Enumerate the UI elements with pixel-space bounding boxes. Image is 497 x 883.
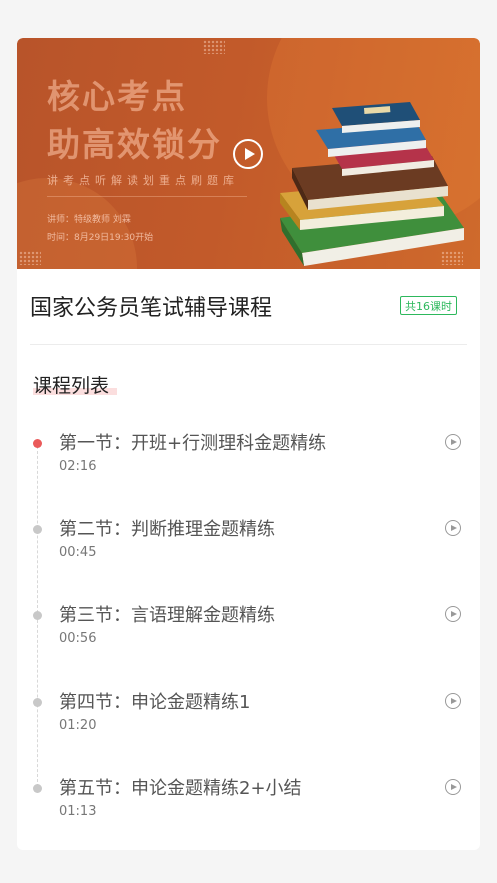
lesson-duration: 01:20	[59, 718, 97, 733]
section-header: 课程列表	[33, 371, 117, 398]
course-title: 国家公务员笔试辅导课程	[30, 296, 273, 321]
banner-lecturer: 讲师：特级教师 刘霖	[47, 215, 131, 225]
play-video-button[interactable]	[233, 139, 263, 169]
lesson-dot-active	[33, 439, 42, 448]
lesson-duration: 00:56	[59, 631, 97, 646]
lesson-item[interactable]: 第二节：判断推理金题精练 00:45	[17, 515, 480, 575]
lesson-duration: 01:13	[59, 804, 97, 819]
lesson-title: 第二节：判断推理金题精练	[59, 519, 275, 540]
lesson-duration: 00:45	[59, 545, 97, 560]
section-title: 课程列表	[33, 375, 110, 397]
banner-headline: 助高效锁分	[47, 125, 222, 164]
play-circle-icon[interactable]	[445, 779, 461, 795]
lesson-item[interactable]: 第三节：言语理解金题精练 00:56	[17, 601, 480, 661]
play-circle-icon[interactable]	[445, 693, 461, 709]
lesson-dot	[33, 611, 42, 620]
banner-divider	[47, 196, 247, 197]
lesson-title: 第三节：言语理解金题精练	[59, 605, 275, 626]
lesson-item[interactable]: 第五节：申论金题精练2+小结 01:13	[17, 774, 480, 834]
lesson-title: 第四节：申论金题精练1	[59, 692, 251, 713]
banner-subtitle: 讲考点听解读划重点刷题库	[47, 174, 239, 187]
lesson-item[interactable]: 第四节：申论金题精练1 01:20	[17, 688, 480, 748]
books-illustration	[280, 102, 464, 266]
banner-dots	[203, 40, 225, 54]
lesson-item[interactable]: 第一节：开班+行测理科金题精练 02:16	[17, 429, 480, 489]
lesson-title: 第五节：申论金题精练2+小结	[59, 778, 302, 799]
banner-headline: 核心考点	[47, 77, 187, 116]
course-card: 核心考点 助高效锁分 讲考点听解读划重点刷题库 讲师：特级教师 刘霖 时间：8月…	[17, 38, 480, 850]
banner-dots	[19, 251, 41, 265]
lesson-count-badge: 共16课时	[400, 296, 457, 315]
play-circle-icon[interactable]	[445, 520, 461, 536]
course-banner[interactable]: 核心考点 助高效锁分 讲考点听解读划重点刷题库 讲师：特级教师 刘霖 时间：8月…	[17, 38, 480, 269]
banner-schedule: 时间：8月29日19:30开始	[47, 233, 154, 243]
divider	[30, 344, 467, 345]
lesson-dot	[33, 525, 42, 534]
lesson-dot	[33, 698, 42, 707]
lesson-duration: 02:16	[59, 459, 97, 474]
lesson-dot	[33, 784, 42, 793]
play-circle-icon[interactable]	[445, 434, 461, 450]
lesson-title: 第一节：开班+行测理科金题精练	[59, 433, 327, 454]
play-circle-icon[interactable]	[445, 606, 461, 622]
